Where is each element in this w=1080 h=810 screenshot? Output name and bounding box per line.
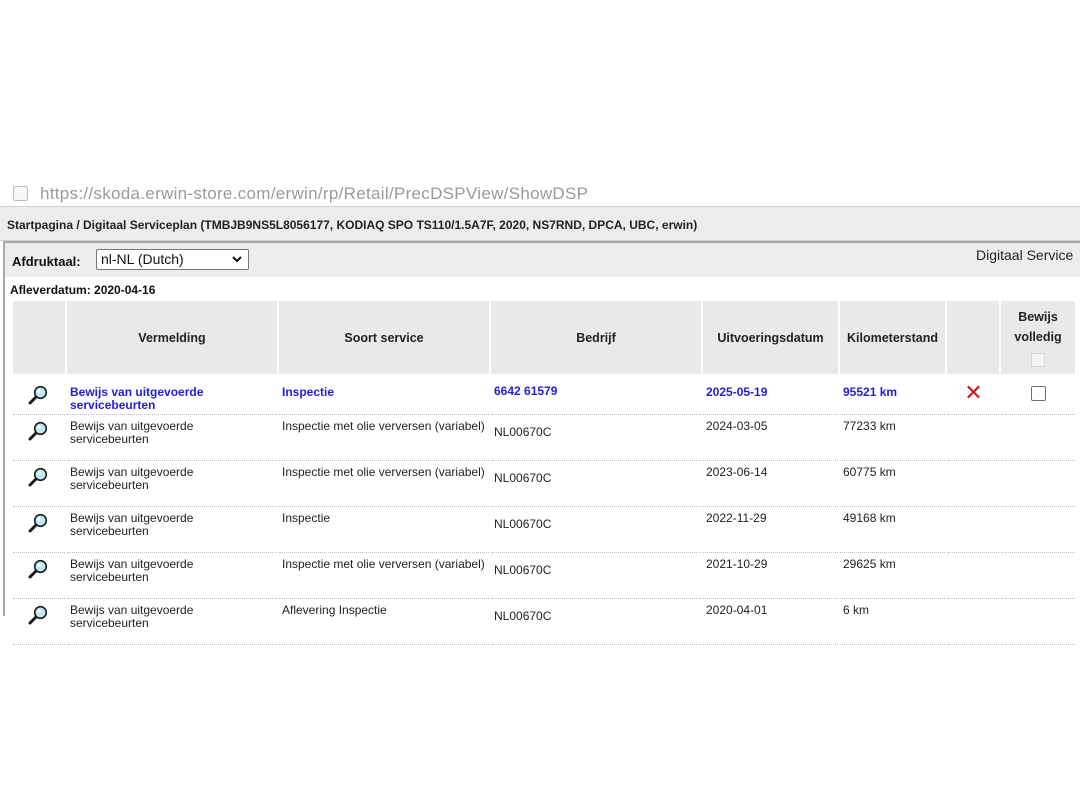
view-details-cell — [13, 599, 65, 645]
service-plan-panel: Afdruktaal: nl-NL (Dutch) Digitaal Servi… — [3, 241, 1080, 645]
proof-complete-cell — [1001, 415, 1075, 461]
breadcrumb-bar: Startpagina / Digitaal Serviceplan (TMBJ… — [0, 206, 1080, 241]
proof-complete-cell — [1001, 599, 1075, 645]
address-url[interactable]: https://skoda.erwin-store.com/erwin/rp/R… — [40, 184, 588, 204]
page-title: Digitaal Service — [976, 247, 1074, 263]
date-cell: 2023-06-14 — [703, 461, 838, 507]
date-cell: 2025-05-19 — [703, 374, 838, 415]
company-cell: 6642 61579 — [491, 374, 701, 415]
header-entry[interactable]: Vermelding — [67, 301, 277, 374]
entry-cell: Bewijs van uitgevoerde servicebeurten — [67, 415, 277, 461]
delete-cell — [947, 553, 999, 599]
proof-complete-cell — [1001, 507, 1075, 553]
service-type-cell: Inspectie met olie verversen (variabel) — [279, 461, 489, 507]
chevron-down-icon — [231, 252, 243, 269]
header-proof-complete: Bewijs volledig — [1001, 301, 1075, 374]
entry-cell: Bewijs van uitgevoerde servicebeurten — [67, 553, 277, 599]
service-type-cell: Aflevering Inspectie — [279, 599, 489, 645]
delete-cell: ✕ — [947, 374, 999, 415]
view-details-cell — [13, 507, 65, 553]
company-cell: NL00670C — [491, 461, 701, 507]
header-delete — [947, 301, 999, 374]
service-type-cell: Inspectie — [279, 507, 489, 553]
delete-x-icon[interactable]: ✕ — [950, 382, 997, 404]
page-icon — [13, 186, 28, 201]
delete-cell — [947, 415, 999, 461]
header-proof-line1: Bewijs — [1018, 310, 1058, 324]
company-cell: NL00670C — [491, 553, 701, 599]
entry-cell: Bewijs van uitgevoerde servicebeurten — [67, 461, 277, 507]
entry-cell: Bewijs van uitgevoerde servicebeurten — [67, 374, 277, 415]
company-cell: NL00670C — [491, 507, 701, 553]
print-language-label: Afdruktaal: — [12, 254, 81, 269]
table-row[interactable]: Bewijs van uitgevoerde servicebeurten Afl… — [13, 599, 1075, 645]
header-mileage[interactable]: Kilometerstand — [840, 301, 945, 374]
delete-cell — [947, 461, 999, 507]
service-type-cell: Inspectie — [279, 374, 489, 415]
delete-cell — [947, 507, 999, 553]
magnifier-icon[interactable] — [27, 467, 49, 491]
print-language-select[interactable]: nl-NL (Dutch) — [96, 249, 249, 270]
mileage-cell: 77233 km — [840, 415, 945, 461]
entry-cell: Bewijs van uitgevoerde servicebeurten — [67, 599, 277, 645]
header-company[interactable]: Bedrijf — [491, 301, 701, 374]
mileage-cell: 95521 km — [840, 374, 945, 415]
magnifier-icon[interactable] — [27, 559, 49, 583]
mileage-cell: 60775 km — [840, 461, 945, 507]
magnifier-icon[interactable] — [27, 513, 49, 537]
select-all-checkbox — [1031, 353, 1045, 367]
service-history-table: Vermelding Soort service Bedrijf Uitvoer… — [11, 301, 1077, 645]
address-bar[interactable]: https://skoda.erwin-store.com/erwin/rp/R… — [0, 178, 1080, 206]
print-language-value: nl-NL (Dutch) — [101, 251, 184, 267]
date-cell: 2024-03-05 — [703, 415, 838, 461]
service-type-cell: Inspectie met olie verversen (variabel) — [279, 553, 489, 599]
company-cell: NL00670C — [491, 415, 701, 461]
header-date[interactable]: Uitvoeringsdatum — [703, 301, 838, 374]
delete-cell — [947, 599, 999, 645]
delivery-date: Afleverdatum: 2020-04-16 — [10, 283, 156, 297]
proof-complete-checkbox[interactable] — [1031, 386, 1046, 401]
mileage-cell: 49168 km — [840, 507, 945, 553]
breadcrumb[interactable]: Startpagina / Digitaal Serviceplan (TMBJ… — [7, 218, 697, 232]
toolbar: Afdruktaal: nl-NL (Dutch) Digitaal Servi… — [5, 243, 1080, 277]
proof-complete-cell — [1001, 374, 1075, 415]
magnifier-icon[interactable] — [27, 605, 49, 629]
header-proof-line2: volledig — [1014, 330, 1062, 344]
header-view — [13, 301, 65, 374]
view-details-cell — [13, 374, 65, 415]
table-row[interactable]: Bewijs van uitgevoerde servicebeurten Ins… — [13, 553, 1075, 599]
table-header-row: Vermelding Soort service Bedrijf Uitvoer… — [13, 301, 1075, 374]
table-row[interactable]: Bewijs van uitgevoerde servicebeurten Ins… — [13, 507, 1075, 553]
date-cell: 2021-10-29 — [703, 553, 838, 599]
service-type-cell: Inspectie met olie verversen (variabel) — [279, 415, 489, 461]
magnifier-icon[interactable] — [27, 385, 49, 409]
table-row[interactable]: Bewijs van uitgevoerde servicebeurten Ins… — [13, 461, 1075, 507]
company-cell: NL00670C — [491, 599, 701, 645]
mileage-cell: 6 km — [840, 599, 945, 645]
mileage-cell: 29625 km — [840, 553, 945, 599]
proof-complete-cell — [1001, 461, 1075, 507]
date-cell: 2020-04-01 — [703, 599, 838, 645]
date-cell: 2022-11-29 — [703, 507, 838, 553]
proof-complete-cell — [1001, 553, 1075, 599]
magnifier-icon[interactable] — [27, 421, 49, 445]
view-details-cell — [13, 553, 65, 599]
header-service-type[interactable]: Soort service — [279, 301, 489, 374]
entry-cell: Bewijs van uitgevoerde servicebeurten — [67, 507, 277, 553]
table-row[interactable]: Bewijs van uitgevoerde servicebeurten Ins… — [13, 415, 1075, 461]
screenshot: https://skoda.erwin-store.com/erwin/rp/R… — [0, 0, 1080, 810]
view-details-cell — [13, 461, 65, 507]
view-details-cell — [13, 415, 65, 461]
table-row[interactable]: Bewijs van uitgevoerde servicebeurten Ins… — [13, 374, 1075, 415]
